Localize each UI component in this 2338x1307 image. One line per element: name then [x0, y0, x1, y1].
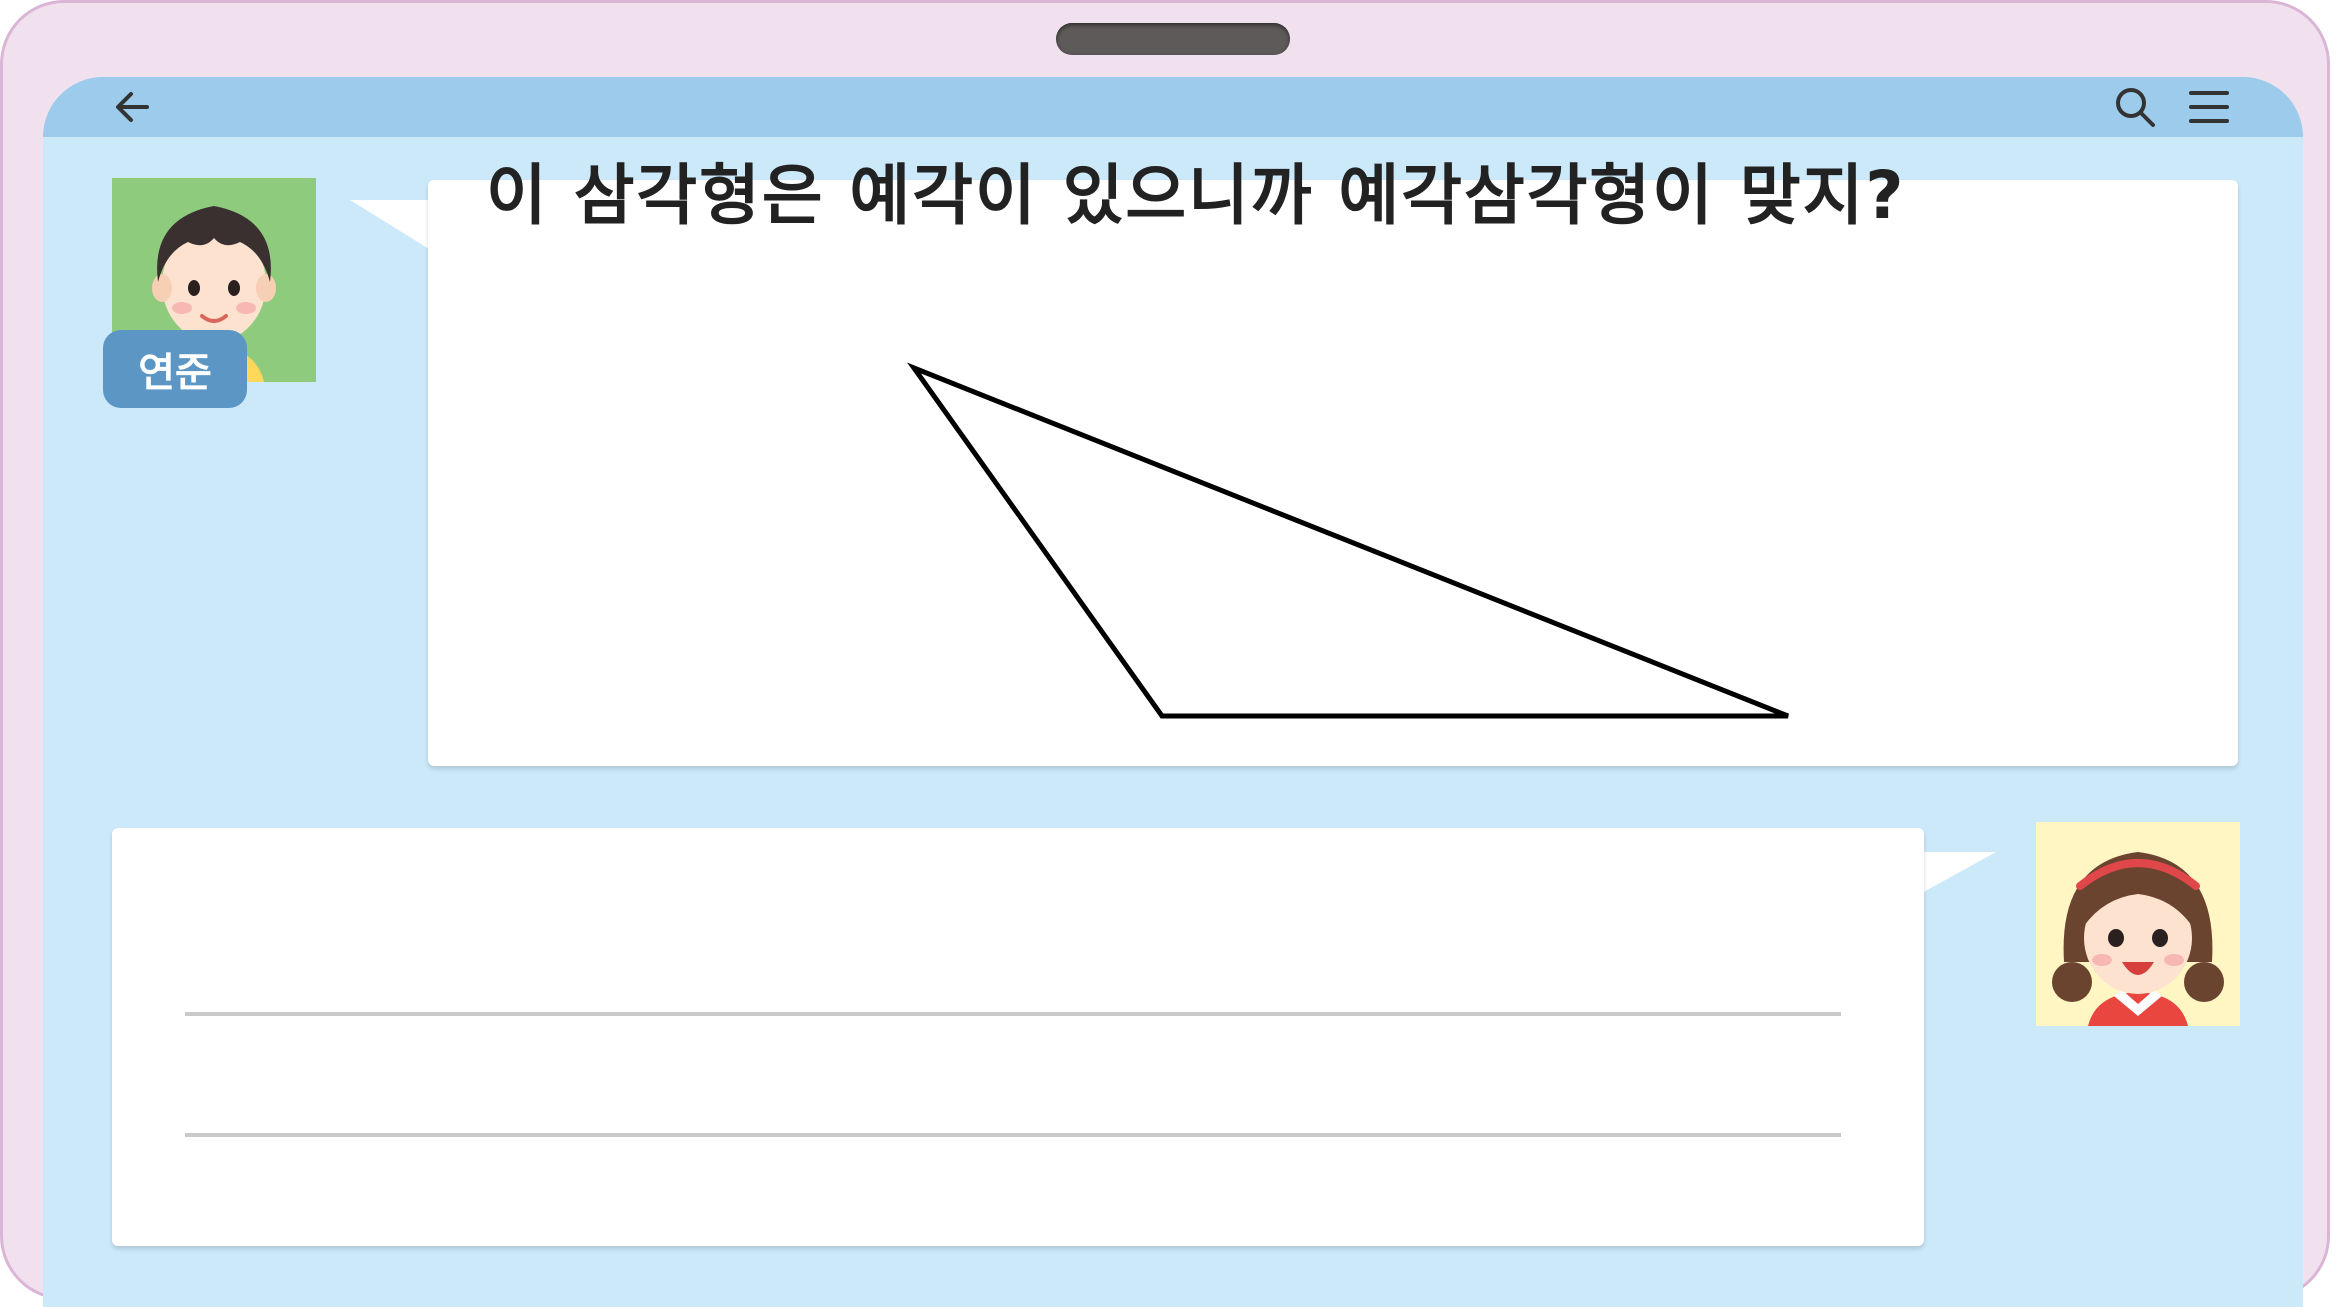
top-bar — [43, 77, 2303, 137]
answer-line-1 — [185, 1012, 1841, 1016]
camera-notch — [1056, 23, 1290, 55]
bubble-tail-right — [1920, 852, 1996, 894]
bubble-tail-left — [350, 200, 434, 252]
question-text: 이 삼각형은 예각이 있으니까 예각삼각형이 맞지? — [486, 157, 1906, 234]
back-icon[interactable] — [111, 85, 155, 129]
menu-icon[interactable] — [2187, 85, 2231, 129]
answer-box[interactable] — [112, 828, 1924, 1246]
speaker-name-badge: 연준 — [103, 330, 247, 408]
answer-line-2 — [185, 1133, 1841, 1137]
triangle-figure — [907, 362, 1789, 719]
avatar-girl — [2036, 822, 2240, 1026]
search-icon[interactable] — [2113, 85, 2157, 129]
